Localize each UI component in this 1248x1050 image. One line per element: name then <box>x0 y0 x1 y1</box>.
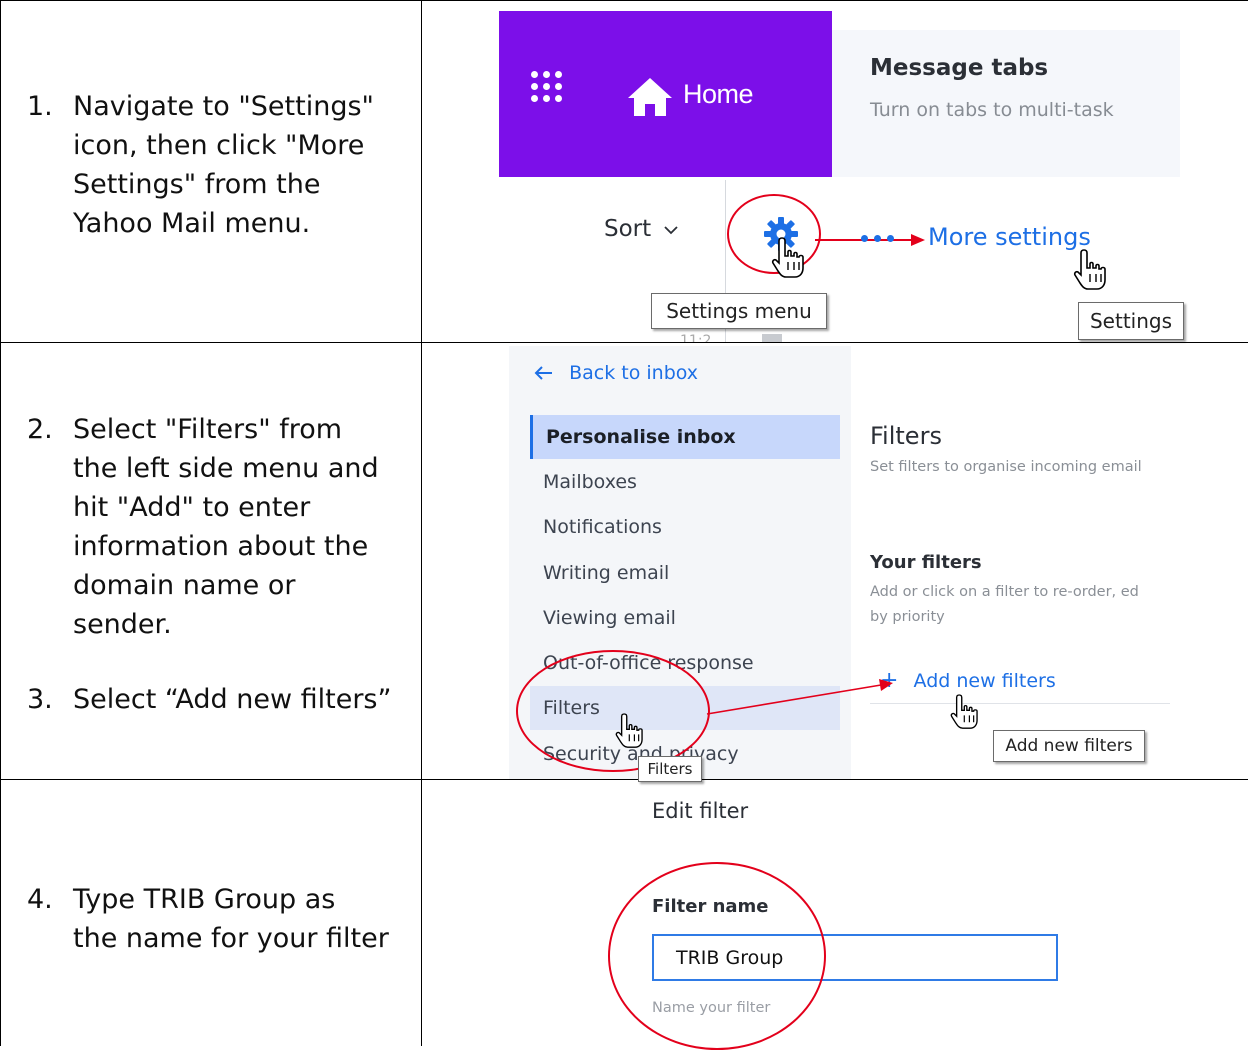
step-line: Navigate to "Settings" <box>73 91 374 122</box>
step-line: sender. <box>73 609 172 640</box>
step-line: the name for your filter <box>73 923 389 954</box>
your-filters-description: Add or click on a filter to re-order, ed <box>870 584 1139 600</box>
step-line: Type TRIB Group as <box>73 884 336 915</box>
add-new-filters-button[interactable]: + Add new filters <box>880 668 1056 693</box>
divider <box>870 703 1170 704</box>
sidebar-item-viewing-email[interactable]: Viewing email <box>530 596 840 640</box>
step-line: Select “Add new filters” <box>73 684 392 715</box>
step-line: Select "Filters" from <box>73 414 343 445</box>
chevron-down-icon <box>664 225 679 234</box>
more-settings-link[interactable]: More settings <box>928 223 1091 251</box>
app-grid-icon[interactable] <box>531 71 562 102</box>
edit-filter-title: Edit filter <box>652 799 749 823</box>
home-label: Home <box>683 79 754 109</box>
step-line: Settings" from the <box>73 169 321 200</box>
back-label: Back to inbox <box>569 362 699 384</box>
hand-cursor-icon <box>615 713 643 748</box>
your-filters-title: Your filters <box>870 552 982 573</box>
add-new-filters-label: Add new filters <box>913 670 1056 692</box>
step-1-text: 1. Navigate to "Settings" icon, then cli… <box>27 87 407 247</box>
step-line: the left side menu and <box>73 453 379 484</box>
table-column-divider <box>421 0 422 1046</box>
hand-cursor-icon <box>1073 249 1106 290</box>
sidebar-item-writing-email[interactable]: Writing email <box>530 551 840 595</box>
annotation-circle <box>516 650 710 772</box>
sidebar-item-mailboxes[interactable]: Mailboxes <box>530 460 840 504</box>
step-number: 2. <box>27 414 53 445</box>
hand-cursor-icon <box>771 237 804 278</box>
step-4-text: 4. Type TRIB Group as the name for your … <box>27 880 407 960</box>
add-new-filters-tooltip: Add new filters <box>993 730 1145 762</box>
message-time: 11:21 <box>680 333 710 342</box>
table-border-left <box>0 0 1 1046</box>
filters-title: Filters <box>870 422 942 450</box>
settings-tooltip: Settings <box>1078 302 1184 340</box>
settings-menu-tooltip: Settings menu <box>651 293 827 329</box>
step-line: Yahoo Mail menu. <box>73 208 311 239</box>
back-to-inbox-link[interactable]: Back to inbox <box>534 362 698 384</box>
hand-cursor-icon <box>950 694 978 729</box>
step-number: 3. <box>27 684 53 715</box>
sidebar-item-personalise-inbox[interactable]: Personalise inbox <box>530 415 840 459</box>
step-3-text: 3. Select “Add new filters” <box>27 680 407 720</box>
message-tabs-subtitle: Turn on tabs to multi-task <box>870 99 1114 121</box>
home-icon <box>628 78 672 116</box>
sidebar-item-notifications[interactable]: Notifications <box>530 505 840 549</box>
sort-button[interactable]: Sort <box>604 216 679 242</box>
message-tabs-title: Message tabs <box>870 55 1049 81</box>
envelope-icon <box>762 334 782 342</box>
sort-label: Sort <box>604 216 652 242</box>
ellipsis-icon <box>861 234 901 242</box>
filters-subtitle: Set filters to organise incoming email <box>870 459 1142 475</box>
table-row-divider-1 <box>0 342 1248 343</box>
table-border-top <box>0 0 1248 1</box>
step-line: hit "Add" to enter <box>73 492 311 523</box>
your-filters-description: by priority <box>870 609 945 625</box>
arrow-left-icon <box>534 366 552 380</box>
step-number: 4. <box>27 884 53 915</box>
step-2-text: 2. Select "Filters" from the left side m… <box>27 410 407 650</box>
annotation-arrow <box>706 679 893 715</box>
step-number: 1. <box>27 91 53 122</box>
step-line: icon, then click "More <box>73 130 365 161</box>
step-line: information about the <box>73 531 369 562</box>
filters-tooltip: Filters <box>638 756 702 782</box>
step-line: domain name or <box>73 570 296 601</box>
annotation-circle <box>608 862 826 1050</box>
